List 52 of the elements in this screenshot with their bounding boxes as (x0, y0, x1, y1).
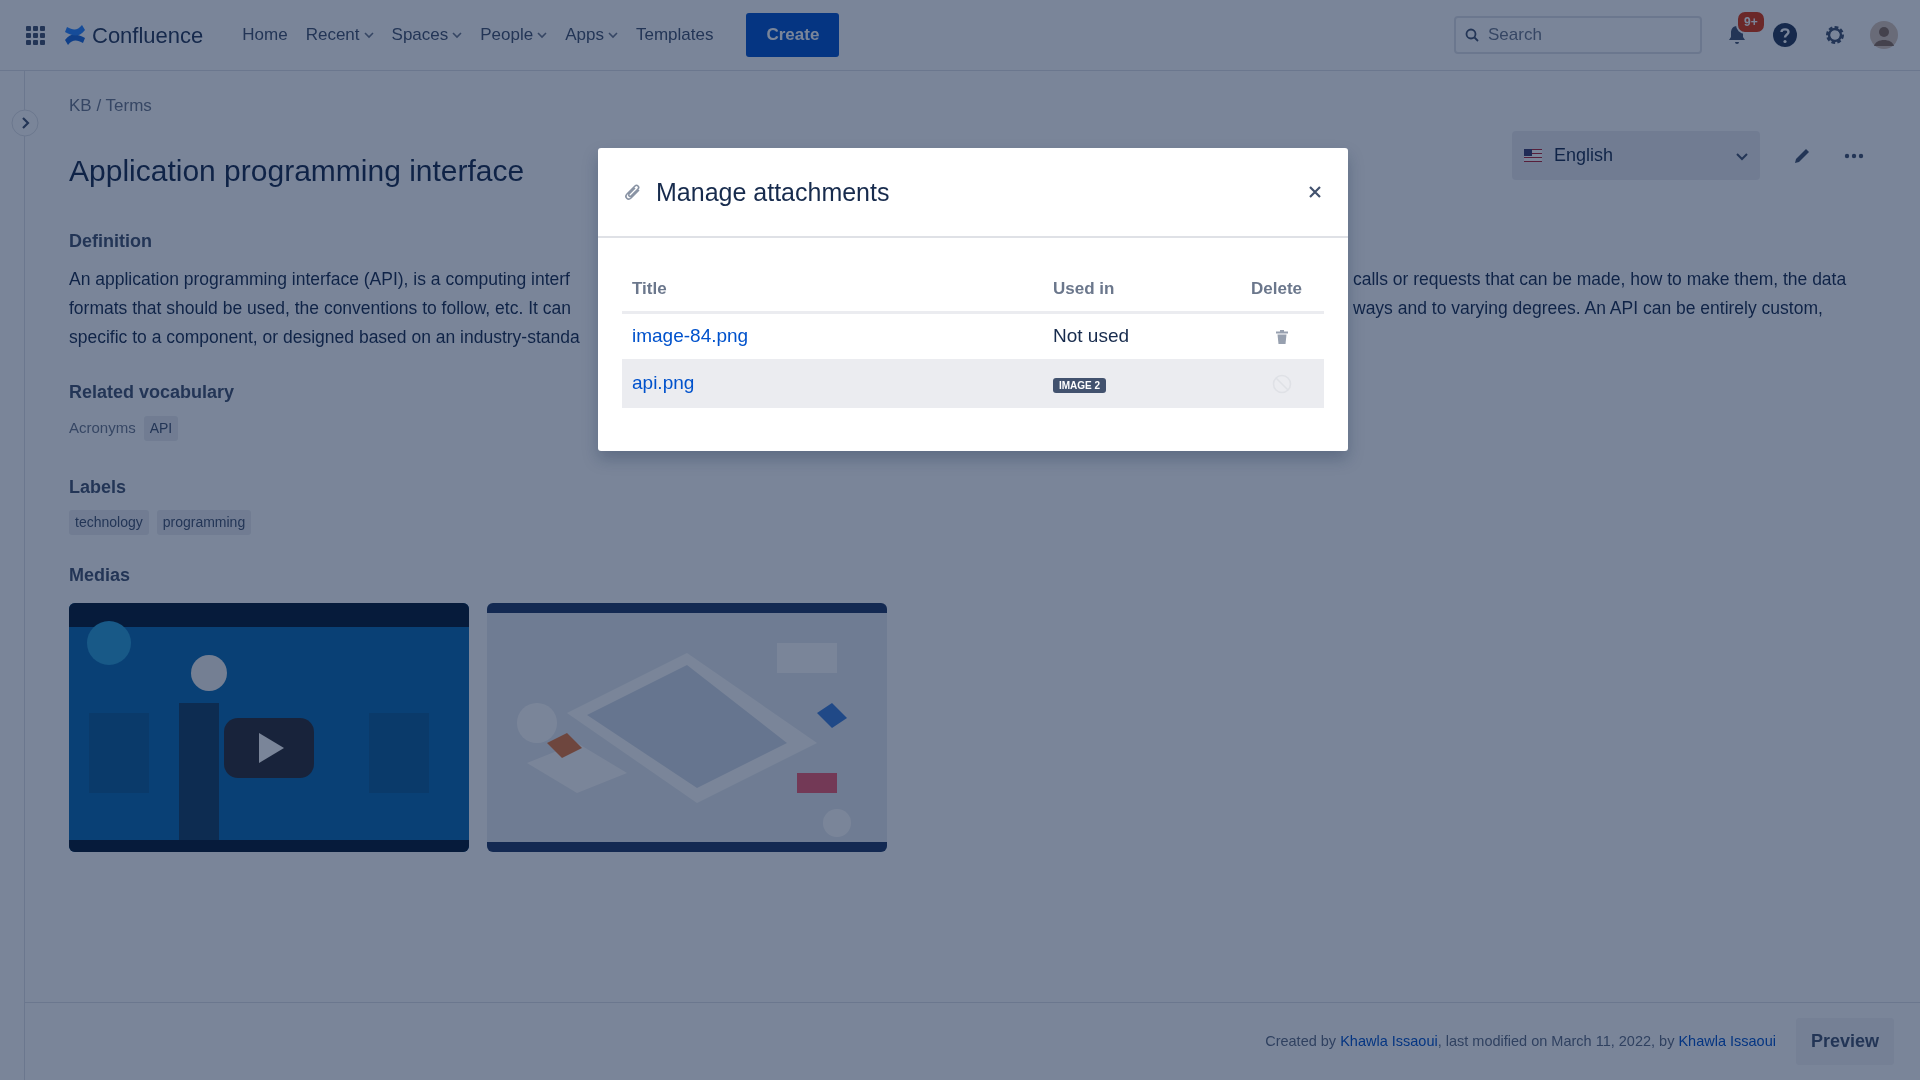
nav-link[interactable]: Home (233, 14, 297, 56)
caret-icon (537, 30, 548, 40)
nav-link[interactable]: Spaces (382, 14, 472, 56)
term-tag[interactable]: API (143, 415, 179, 441)
column-header: Delete (1251, 277, 1302, 300)
column-header: Title (631, 277, 668, 300)
nav-link[interactable]: Apps (556, 14, 627, 56)
apps-grid-icon[interactable] (26, 25, 45, 45)
search-icon (1465, 28, 1479, 42)
section-heading: Medias (69, 565, 131, 587)
caret-icon (452, 30, 463, 40)
author-link[interactable]: Khawla Issaoui (1340, 1032, 1438, 1049)
dialog-title: Manage attachments (656, 177, 891, 207)
caret-icon (607, 30, 618, 40)
usage-text: Not used (1053, 325, 1130, 347)
footer-text: Created by Khawla Issaoui, last modified on March 11, 2022, by Khawla Issaoui (1265, 1031, 1776, 1051)
chevron-down-icon (1736, 150, 1748, 161)
nav-link[interactable]: People (471, 14, 557, 56)
section-heading: Related vocabulary (69, 382, 235, 404)
expand-sidebar-icon[interactable] (11, 109, 39, 137)
page-title: Application programming interface (69, 152, 526, 189)
help-icon[interactable] (1772, 22, 1798, 48)
us-flag-icon (1524, 149, 1542, 162)
trash-icon[interactable] (1275, 329, 1288, 344)
avatar-icon[interactable] (1870, 21, 1898, 49)
caret-icon (363, 30, 374, 40)
paragraph-line: ways and to varying degrees. An API can be entirely custom, (1353, 297, 1824, 321)
preview-button[interactable]: Preview (1795, 1018, 1894, 1065)
author-link[interactable]: Khawla Issaoui (1678, 1032, 1776, 1049)
search-field[interactable]: Search (1454, 16, 1702, 54)
usage-tag: IMAGE 2 (1053, 377, 1107, 393)
label-tag[interactable]: programming (156, 510, 252, 536)
section-heading: Definition (69, 230, 152, 253)
paragraph-line: calls or requests that can be made, how to make them, the data (1353, 268, 1847, 292)
file-link[interactable]: api.png (632, 372, 695, 394)
nav-link[interactable]: Recent (296, 14, 383, 56)
logo-text[interactable]: Confluence (92, 18, 204, 52)
file-link[interactable]: image-84.png (632, 325, 749, 347)
confluence-logo-icon[interactable] (63, 24, 87, 46)
acronyms-label: Acronyms (69, 417, 136, 438)
paragraph-line: An application programming interface (API), is a computing interf (69, 268, 571, 292)
breadcrumb-text[interactable]: KB / Terms (69, 93, 1512, 119)
label-tag[interactable]: technology (69, 510, 149, 536)
column-header: Used in (1052, 277, 1116, 300)
language-select[interactable]: English (1512, 131, 1760, 180)
paragraph-line: formats that should be used, the conventions to follow, etc. It can (69, 297, 572, 321)
create-button[interactable]: Create (746, 13, 840, 57)
notification-badge: 9+ (1736, 10, 1766, 34)
more-icon[interactable] (1844, 152, 1864, 159)
paragraph-line: specific to a component, or designed based on an industry-standa (69, 326, 581, 350)
nav-link[interactable]: Templates (626, 14, 723, 56)
section-heading: Labels (69, 476, 127, 499)
